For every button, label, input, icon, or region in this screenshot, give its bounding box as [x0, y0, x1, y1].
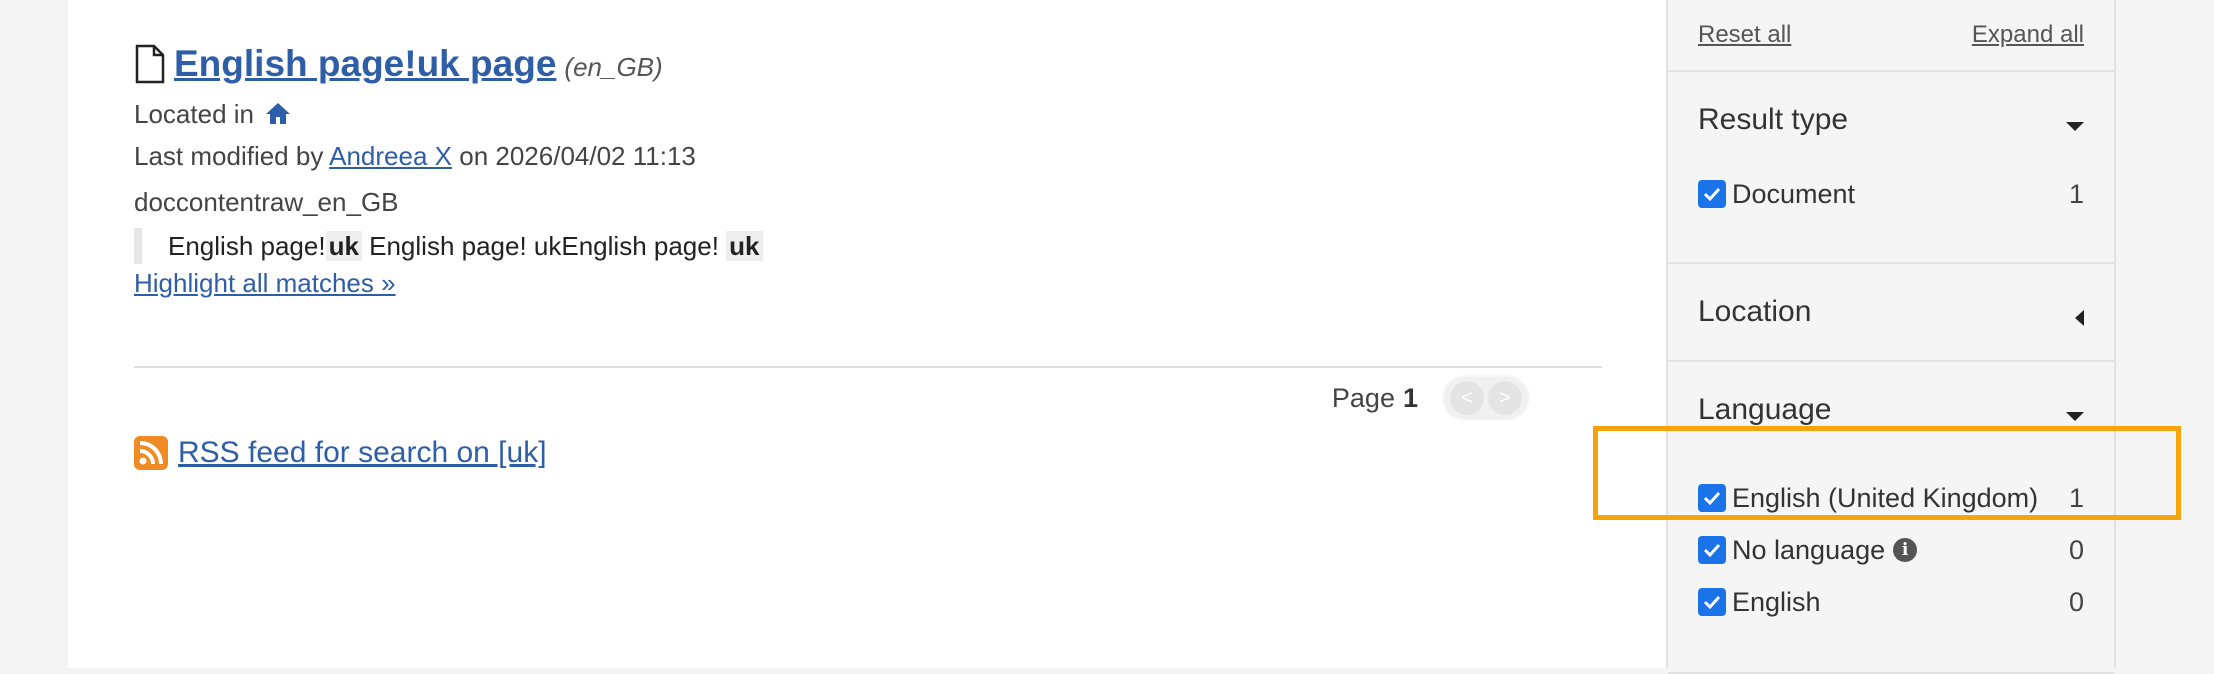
caret-down-icon[interactable] [2066, 121, 2084, 131]
info-icon[interactable]: i [1893, 538, 1918, 562]
expand-all-link[interactable]: Expand all [1972, 21, 2084, 49]
rss-feed: RSS feed for search on [uk] [134, 436, 547, 470]
prev-page-button[interactable]: < [1450, 381, 1484, 415]
facet-item-document[interactable]: Document 1 [1668, 168, 2114, 220]
home-icon[interactable] [265, 100, 291, 124]
facet-title: Result type [1698, 103, 1849, 136]
facets-sidebar: Reset all Expand all Result type Documen… [1666, 0, 2116, 674]
pager-nav: < > [1442, 375, 1530, 421]
modified-prefix: Last modified by [134, 141, 324, 171]
facet-result-type: Result type Document 1 [1668, 72, 2114, 264]
snippet-highlight: uk [325, 231, 362, 261]
facet-location: Location [1668, 264, 2114, 362]
page-label: Page [1331, 382, 1395, 413]
facet-item-label: No language [1732, 534, 1886, 565]
snippet-highlight: uk [726, 231, 763, 261]
facet-header[interactable]: Location [1668, 264, 2114, 360]
caret-down-icon[interactable] [2066, 411, 2084, 421]
facet-item-count: 0 [2068, 534, 2084, 565]
checkbox[interactable] [1698, 536, 1726, 564]
sidebar-actions: Reset all Expand all [1668, 0, 2114, 72]
modified-date: on 2026/04/02 11:13 [459, 141, 696, 171]
pagination: Page 1 < > [1331, 375, 1530, 421]
caret-left-icon[interactable] [2075, 310, 2084, 326]
snippet-text: English page! [168, 231, 326, 261]
located-in-label: Located in [134, 99, 254, 129]
modified-user-link[interactable]: Andreea X [329, 141, 452, 171]
facet-item-count: 0 [2068, 586, 2084, 617]
result-snippet: English page! uk English page! ukEnglish … [134, 228, 1534, 264]
next-page-button[interactable]: > [1488, 381, 1522, 415]
highlight-all-matches-link[interactable]: Highlight all matches » [134, 268, 396, 299]
located-in: Located in [134, 98, 1534, 130]
facet-item-count: 1 [2068, 178, 2084, 209]
facet-item-label-wrap: No language i [1732, 535, 2069, 566]
last-modified: Last modified by Andreea X on 2026/04/02… [134, 140, 1534, 172]
facet-item-label: Document [1732, 178, 1856, 209]
checkbox[interactable] [1698, 588, 1726, 616]
document-icon [134, 44, 166, 84]
rss-feed-link[interactable]: RSS feed for search on [uk] [178, 436, 547, 470]
facet-title: Location [1698, 295, 1812, 328]
checkbox[interactable] [1698, 180, 1726, 208]
highlight-annotation-box [1593, 426, 2181, 520]
reset-all-link[interactable]: Reset all [1698, 21, 1791, 49]
facet-header[interactable]: Result type [1668, 72, 2114, 168]
divider [134, 366, 1602, 368]
facet-item-no-language[interactable]: No language i 0 [1668, 524, 2114, 576]
result-language: (en_GB) [564, 51, 663, 82]
raw-field-name: doccontentraw_en_GB [134, 187, 399, 217]
facet-item-label: English [1732, 586, 1821, 617]
current-page: 1 [1402, 382, 1418, 413]
facet-title: Language [1698, 393, 1832, 426]
search-result: English page!uk page (en_GB) Located in … [134, 42, 1534, 299]
snippet-text: English page! ukEnglish page! [361, 231, 727, 261]
rss-icon [134, 436, 168, 470]
facet-item-english[interactable]: English 0 [1668, 576, 2114, 628]
result-title-row: English page!uk page (en_GB) [134, 42, 1534, 86]
result-title-link[interactable]: English page!uk page [174, 43, 556, 85]
